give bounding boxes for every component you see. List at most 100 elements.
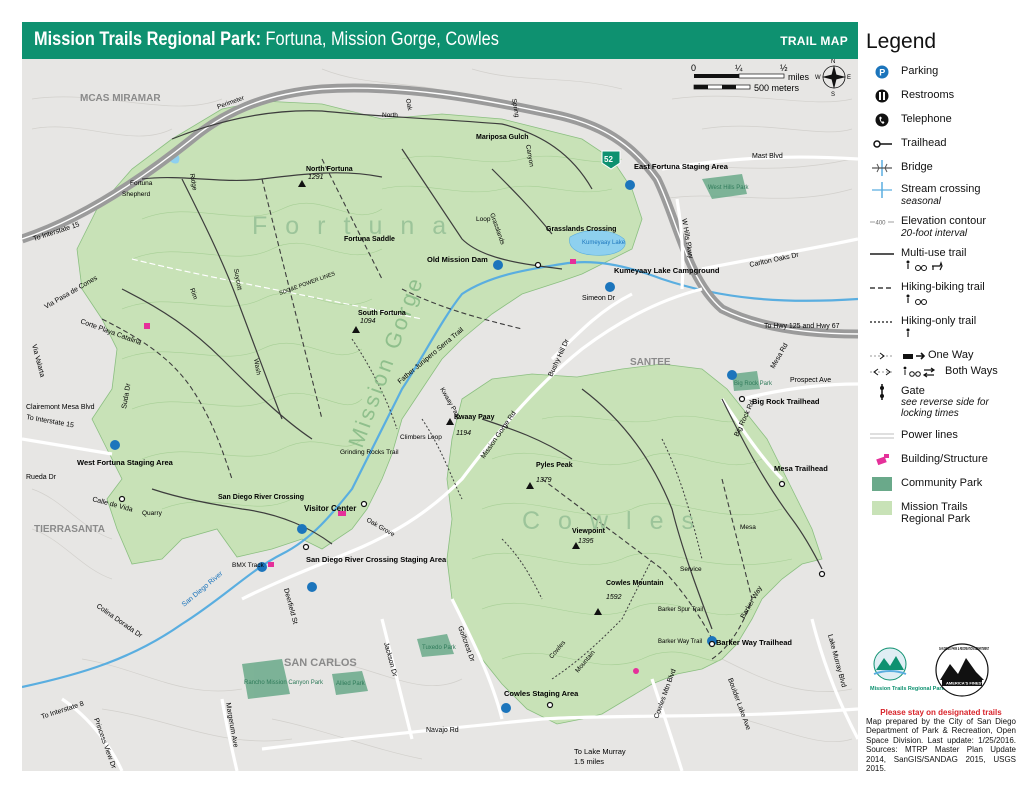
- gate-icon: [880, 384, 884, 400]
- trail-label-mesa: Mesa: [740, 524, 756, 531]
- mtrp-logo: Mission Trails Regional Park: [870, 647, 946, 692]
- scale-meters-label: 500 meters: [754, 83, 800, 93]
- place-big-rock: Big Rock Trailhead: [752, 397, 820, 406]
- peak-elev-south-fortuna: 1094: [360, 318, 376, 325]
- road-to-lake-murray: To Lake Murray: [574, 747, 626, 756]
- trail-label-quarry: Quarry: [142, 510, 163, 517]
- sd-parks-logo-finest: AMERICA'S FINEST: [946, 681, 984, 686]
- peak-label-north-fortuna: North Fortuna: [306, 166, 353, 173]
- label-tierrasanta: TIERRASANTA: [34, 524, 105, 535]
- hiker-biker-icon: [906, 294, 927, 305]
- restrooms-icon: [875, 89, 889, 103]
- road-clairemont: Clairemont Mesa Blvd: [26, 404, 95, 411]
- compass-e: E: [847, 75, 851, 81]
- river-label: San Diego River: [181, 570, 225, 609]
- vehicle-arrow-icon: [903, 352, 926, 360]
- lake-murray-blvd: [810, 618, 858, 740]
- legend-title: Legend: [866, 30, 937, 53]
- legend-label: Telephone: [901, 113, 952, 125]
- parking-icon: [297, 524, 307, 534]
- road-mesa-rd: Mesa Rd: [770, 342, 790, 370]
- contour-icon: 400: [870, 221, 894, 227]
- map-canvas: 0 ¼ ½ miles 500 meters N E S W Fortuna M…: [22, 59, 858, 771]
- one-way-icon: [870, 352, 894, 360]
- trail-label-service: Service: [680, 566, 702, 573]
- building-icon: [570, 259, 576, 264]
- carlton-oaks: [701, 237, 858, 271]
- power-lines-icon: [870, 433, 894, 439]
- parking-icon: P: [875, 65, 889, 79]
- park-west-hills: West Hills Park: [708, 185, 750, 191]
- trail-label-loop: Loop: [476, 216, 491, 223]
- road-lake-murray-blvd: Lake Murray Blvd: [826, 634, 847, 689]
- compass-rose: [822, 65, 846, 89]
- place-old-mission-dam: Old Mission Dam: [427, 255, 488, 264]
- parking-icon: [307, 582, 317, 592]
- legend-sublabel: see reverse side for locking times: [901, 397, 989, 419]
- peak-elev-north-fortuna: 1291: [308, 174, 324, 181]
- parking-icon: [605, 282, 615, 292]
- hiker-icon: [906, 328, 910, 337]
- legend-label: Mission Trails Regional Park: [901, 501, 971, 525]
- legend-label: Community Park: [901, 477, 983, 489]
- park-allied: Allied Park: [336, 681, 366, 687]
- label-mcas-miramar: MCAS MIRAMAR: [80, 93, 161, 104]
- legend-label: Hiking-biking trail: [901, 281, 985, 293]
- trailhead-icon: [873, 140, 892, 148]
- legend-label: Multi-use trail: [901, 247, 967, 259]
- compass-w: W: [815, 75, 821, 81]
- parking-icon: [493, 260, 503, 270]
- rancho-park: [242, 659, 290, 699]
- multiuse-trail-icon: [870, 253, 894, 255]
- label-san-carlos: SAN CARLOS: [284, 657, 357, 669]
- parking-icon: [625, 180, 635, 190]
- telephone-icon: [875, 113, 889, 127]
- mtrp-logo-text: Mission Trails Regional Park: [870, 686, 946, 692]
- place-kumeyaay-campground: Kumeyaay Lake Campground: [614, 266, 720, 275]
- legend-label: Building/Structure: [901, 453, 988, 465]
- parking-icon: [110, 440, 120, 450]
- stay-on-trails-warning: Please stay on designated trails: [880, 708, 1002, 717]
- peak-label-cowles: Cowles Mountain: [606, 580, 664, 587]
- trail-label-kwaay-paay: Kwaay Paay: [438, 387, 463, 422]
- legend-label: Trailhead: [901, 137, 947, 149]
- trail-map[interactable]: 0 ¼ ½ miles 500 meters N E S W Fortuna M…: [22, 59, 858, 771]
- building-icon: [268, 562, 274, 567]
- legend-label: Bridge: [901, 161, 933, 173]
- peak-kwaay-paay: [446, 418, 454, 425]
- sd-parks-logo: SAN DIEGO PARK & RECREATION DEPARTMENT A…: [935, 643, 989, 697]
- road-mast-blvd: Mast Blvd: [752, 153, 783, 160]
- credit-text: Map prepared by the City of San Diego De…: [866, 717, 1016, 774]
- peak-label-pyles: Pyles Peak: [536, 462, 573, 469]
- road-jackson: Jackson Dr: [382, 642, 398, 678]
- logos: Mission Trails Regional Park SAN DIEGO P…: [870, 643, 989, 697]
- scale-tick-quarter: ¼: [735, 63, 743, 73]
- road-navajo: Navajo Rd: [426, 727, 459, 734]
- place-grinding-rocks: Grinding Rocks Trail: [340, 449, 399, 456]
- road-princess-view: Princess View Dr: [92, 717, 117, 770]
- clairemont: [22, 437, 113, 456]
- bridge-icon: [872, 160, 892, 176]
- place-sdr-staging: San Diego River Crossing Staging Area: [306, 555, 447, 564]
- trail-label-oak-grove: Oak Grove: [365, 517, 396, 539]
- road-to-hwy125: To Hwy 125 and Hwy 67: [764, 323, 840, 330]
- jackson: [380, 618, 414, 740]
- compass-s: S: [831, 92, 835, 98]
- stream-crossing-icon: [872, 182, 892, 198]
- scale-tick-0: 0: [691, 63, 696, 73]
- road-colina-dorada: Colina Dorada Dr: [95, 603, 144, 640]
- parking-icon: [501, 703, 511, 713]
- park-tuxedo: Tuxedo Park: [422, 645, 457, 651]
- place-climbers-loop: Climbers Loop: [400, 434, 442, 441]
- logo-area: Mission Trails Regional Park SAN DIEGO P…: [866, 640, 1016, 706]
- place-fortuna-saddle: Fortuna Saddle: [344, 236, 395, 243]
- legend-label: Elevation contour: [901, 215, 986, 227]
- map-title-main: Mission Trails Regional Park:: [34, 29, 262, 50]
- hiker-biker-arrows-icon: [903, 366, 936, 378]
- parking-icon: [727, 370, 737, 380]
- header-bar: Mission Trails Regional Park: Fortuna, M…: [22, 22, 858, 59]
- building-icon: [144, 323, 150, 329]
- both-ways-icon: [870, 368, 894, 376]
- peak-label-viewpoint: Viewpoint: [572, 528, 606, 535]
- place-sdr-crossing: San Diego River Crossing: [218, 494, 304, 501]
